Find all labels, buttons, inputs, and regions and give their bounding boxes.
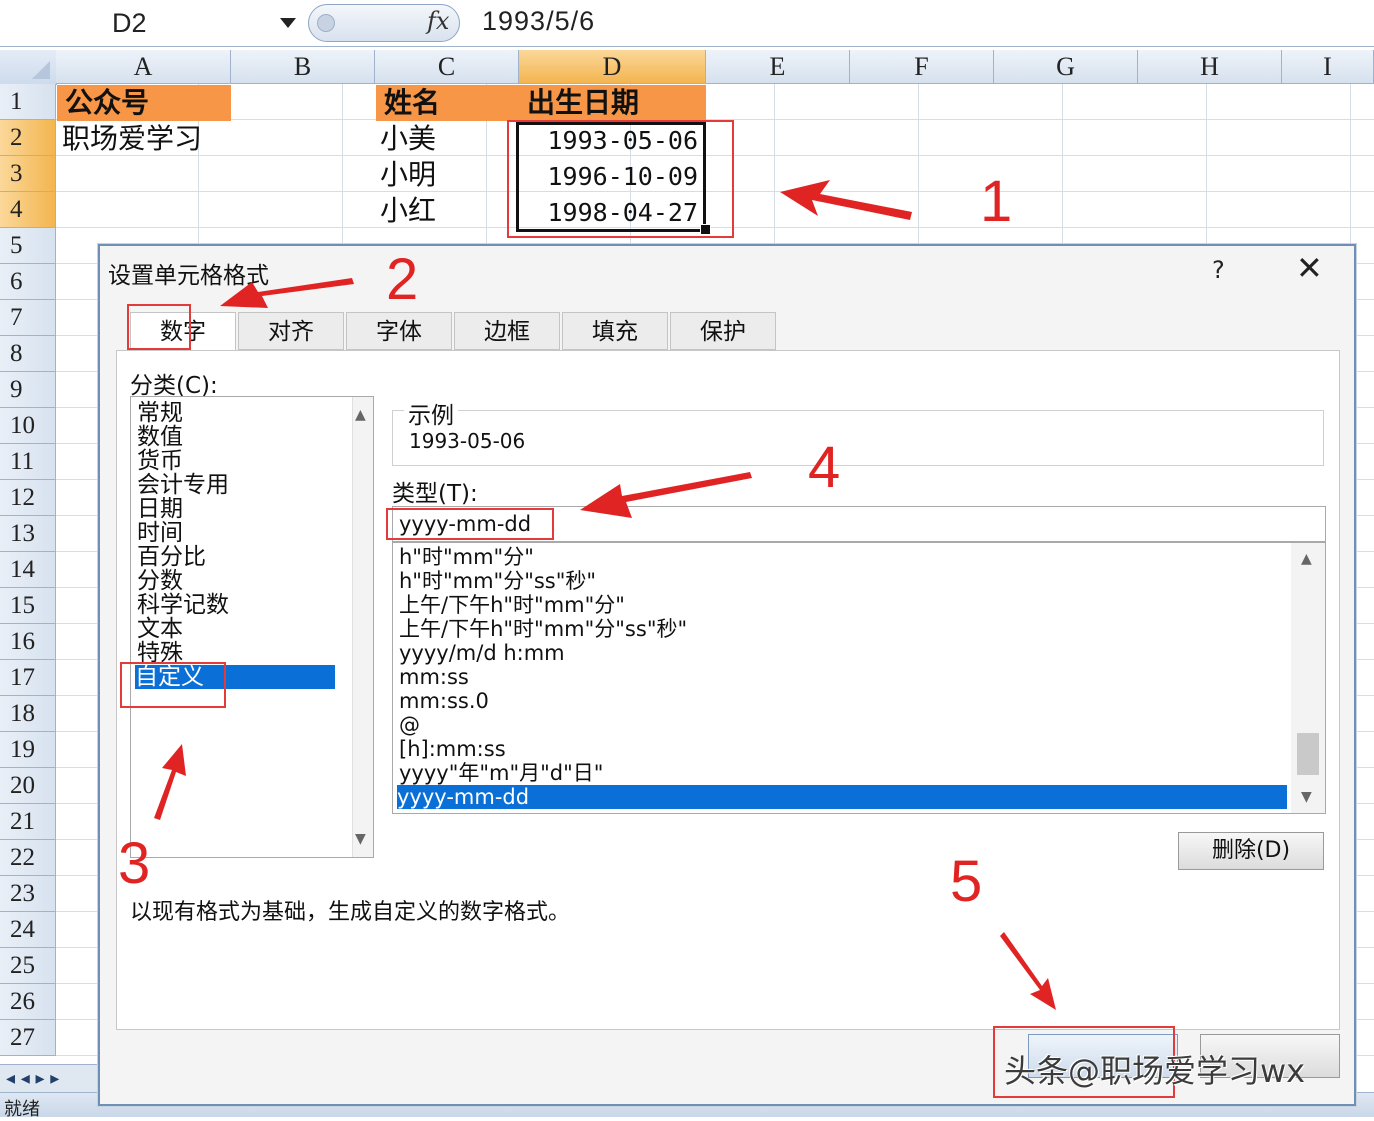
annotation-number-1: 1 [980, 169, 1013, 234]
arrow-1-icon [780, 180, 912, 220]
arrow-4-icon [580, 472, 752, 518]
arrow-3-icon [154, 744, 186, 820]
annotation-number-5: 5 [950, 849, 983, 914]
annotation-arrows [154, 180, 1056, 1010]
arrow-5-icon [1000, 932, 1056, 1010]
annotation-number-4: 4 [808, 435, 841, 500]
watermark: 头条@职场爱学习wx [1004, 1052, 1306, 1090]
annotation-number-3: 3 [118, 831, 151, 896]
sample-label: 示例 [404, 396, 458, 430]
annotation-number-2: 2 [386, 247, 419, 312]
arrow-2-icon [220, 278, 354, 308]
